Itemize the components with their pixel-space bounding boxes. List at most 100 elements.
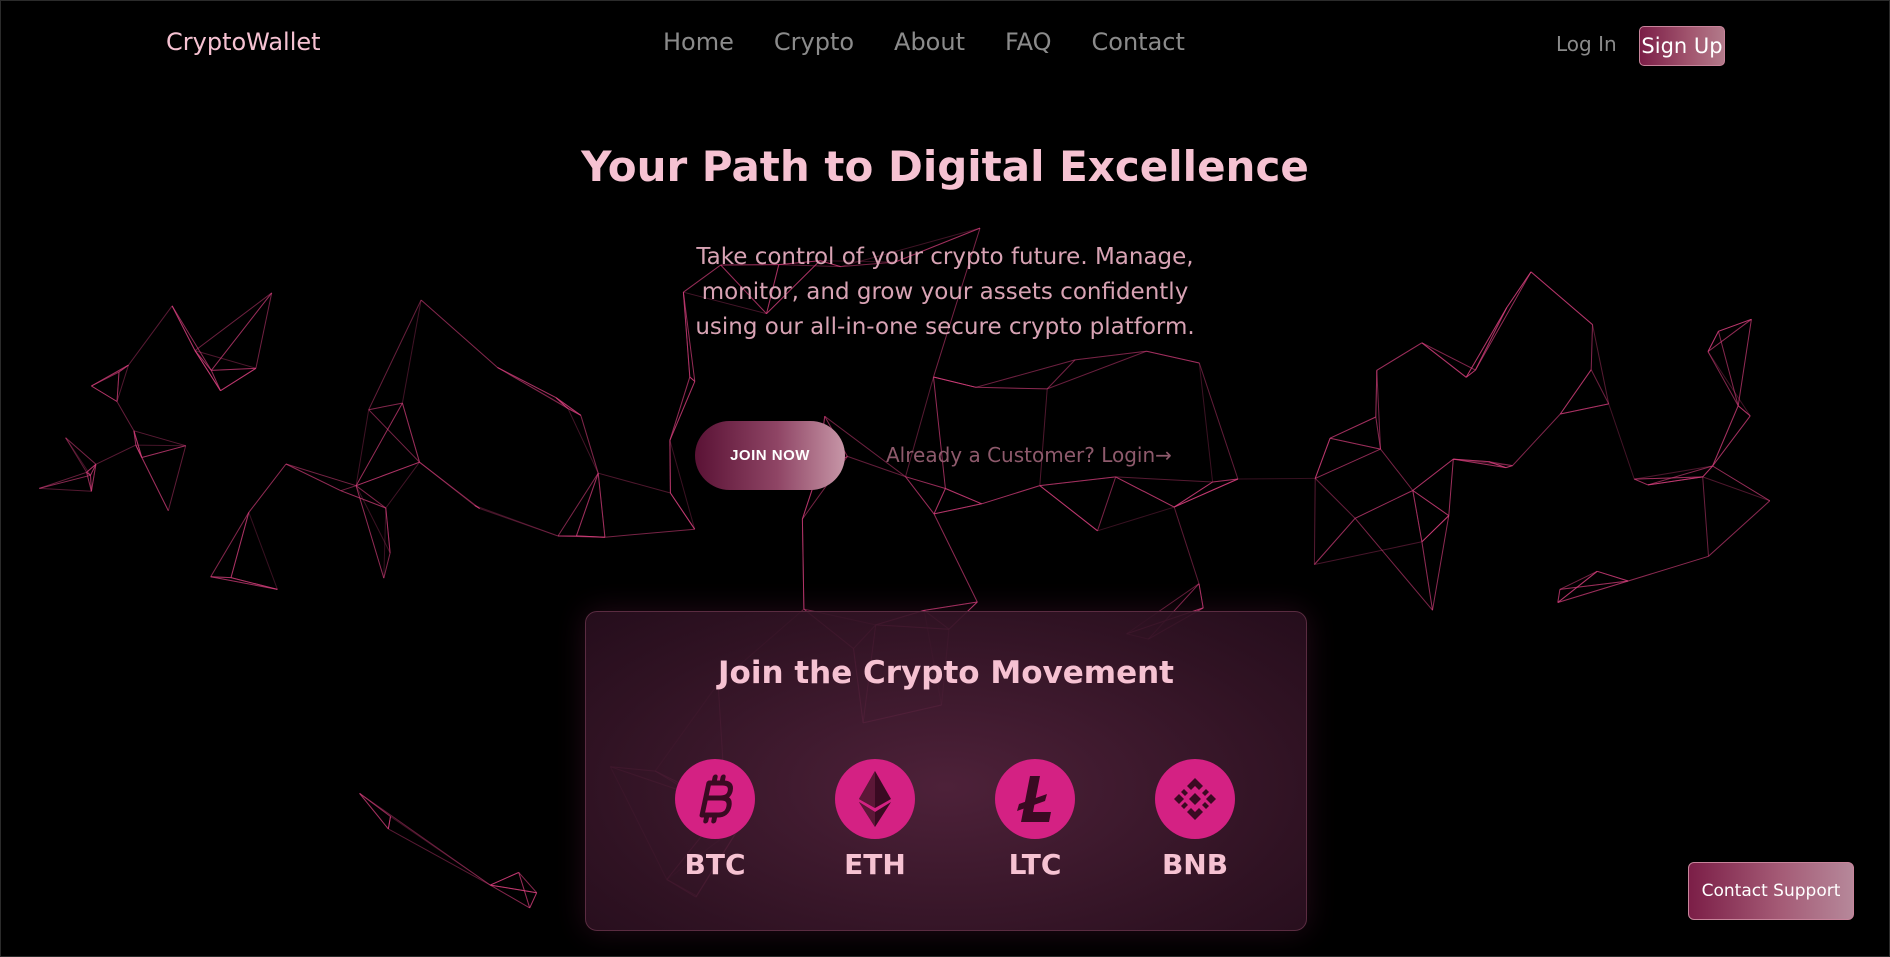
network-line xyxy=(95,444,137,465)
join-now-button[interactable]: JOIN NOW xyxy=(695,421,845,490)
network-line xyxy=(1115,476,1175,508)
coin-ltc[interactable]: LTC xyxy=(985,759,1085,881)
network-line xyxy=(171,305,212,371)
coin-label-bnb: BNB xyxy=(1161,848,1229,881)
network-line xyxy=(355,485,387,509)
network-line xyxy=(285,463,342,492)
nav-link-faq[interactable]: FAQ xyxy=(1005,28,1052,56)
network-line xyxy=(1380,448,1414,491)
network-line xyxy=(598,472,671,494)
network-line xyxy=(1173,481,1213,508)
network-line xyxy=(1039,388,1048,486)
network-line xyxy=(597,473,606,538)
network-line xyxy=(1608,403,1635,480)
network-line xyxy=(1530,271,1593,325)
network-line xyxy=(1237,477,1316,480)
brand-logo[interactable]: CryptoWallet xyxy=(166,28,321,56)
network-line xyxy=(1421,342,1467,378)
nav-link-crypto[interactable]: Crypto xyxy=(774,28,854,56)
coin-bnb[interactable]: BNB xyxy=(1145,759,1245,881)
hero-title: Your Path to Digital Excellence xyxy=(581,142,1309,191)
network-line xyxy=(981,485,1040,505)
network-line xyxy=(669,381,696,441)
network-line xyxy=(1448,459,1454,516)
network-line xyxy=(1557,580,1629,603)
network-line xyxy=(1198,362,1239,480)
login-link[interactable]: Log In xyxy=(1556,32,1617,56)
contact-support-button[interactable]: Contact Support xyxy=(1688,862,1854,920)
network-line xyxy=(497,367,582,416)
network-line xyxy=(1512,413,1561,466)
network-line xyxy=(580,415,599,474)
network-line xyxy=(1465,307,1508,378)
network-line xyxy=(1717,331,1739,406)
network-line xyxy=(340,490,386,509)
network-line xyxy=(490,871,519,886)
coin-eth[interactable]: ETH xyxy=(825,759,925,881)
network-line xyxy=(141,445,186,458)
signup-button[interactable]: Sign Up xyxy=(1639,26,1725,66)
network-line xyxy=(210,576,278,590)
existing-customer-login-link[interactable]: Already a Customer? Login→ xyxy=(886,443,1172,467)
network-line xyxy=(1465,369,1476,378)
network-line xyxy=(1097,476,1117,531)
network-line xyxy=(390,816,491,886)
network-line xyxy=(1560,403,1609,415)
network-line xyxy=(1708,500,1771,557)
network-line xyxy=(1039,476,1116,487)
network-line xyxy=(1375,370,1378,418)
network-line xyxy=(1506,271,1532,308)
network-line xyxy=(39,487,92,492)
network-line xyxy=(1198,362,1214,483)
network-line xyxy=(211,367,256,371)
network-line xyxy=(1421,342,1476,371)
nav-link-home[interactable]: Home xyxy=(663,28,734,56)
network-line xyxy=(1628,555,1709,582)
network-line xyxy=(128,305,173,366)
main-nav: Home Crypto About FAQ Contact xyxy=(663,28,1185,56)
network-line xyxy=(91,385,118,402)
network-line xyxy=(1590,324,1593,370)
network-line xyxy=(230,577,278,590)
network-line xyxy=(669,492,696,530)
network-line xyxy=(1412,490,1450,517)
network-line xyxy=(420,299,498,368)
network-line xyxy=(1737,319,1752,406)
network-line xyxy=(1634,478,1649,486)
hero-description: Take control of your crypto future. Mana… xyxy=(695,244,1195,340)
network-line xyxy=(557,472,599,537)
network-line xyxy=(135,444,186,447)
network-line xyxy=(171,305,196,351)
network-line xyxy=(1712,415,1751,467)
network-line xyxy=(401,299,422,404)
network-line xyxy=(1702,476,1709,557)
network-line xyxy=(1590,369,1610,405)
network-line xyxy=(133,430,143,458)
network-line xyxy=(975,386,1048,390)
coin-btc[interactable]: BTC xyxy=(665,759,765,881)
nav-link-about[interactable]: About xyxy=(894,28,965,56)
network-line xyxy=(555,397,582,416)
network-line xyxy=(1707,331,1719,352)
network-line xyxy=(1718,318,1752,332)
binance-icon xyxy=(1155,759,1235,839)
nav-link-contact[interactable]: Contact xyxy=(1092,28,1185,56)
network-line xyxy=(1592,324,1610,405)
network-line xyxy=(255,292,273,369)
network-line xyxy=(669,376,691,441)
network-line xyxy=(368,402,403,411)
network-line xyxy=(557,535,605,538)
network-line xyxy=(1474,271,1532,371)
network-line xyxy=(1354,490,1414,519)
network-line xyxy=(210,512,250,578)
network-line xyxy=(1707,318,1752,353)
network-line xyxy=(285,463,357,487)
network-line xyxy=(1314,478,1356,519)
network-line xyxy=(975,359,1076,388)
network-line xyxy=(933,503,982,515)
network-line xyxy=(1173,506,1200,584)
network-line xyxy=(230,512,250,578)
network-line xyxy=(933,376,946,489)
network-line xyxy=(669,440,696,530)
network-line xyxy=(368,299,422,410)
